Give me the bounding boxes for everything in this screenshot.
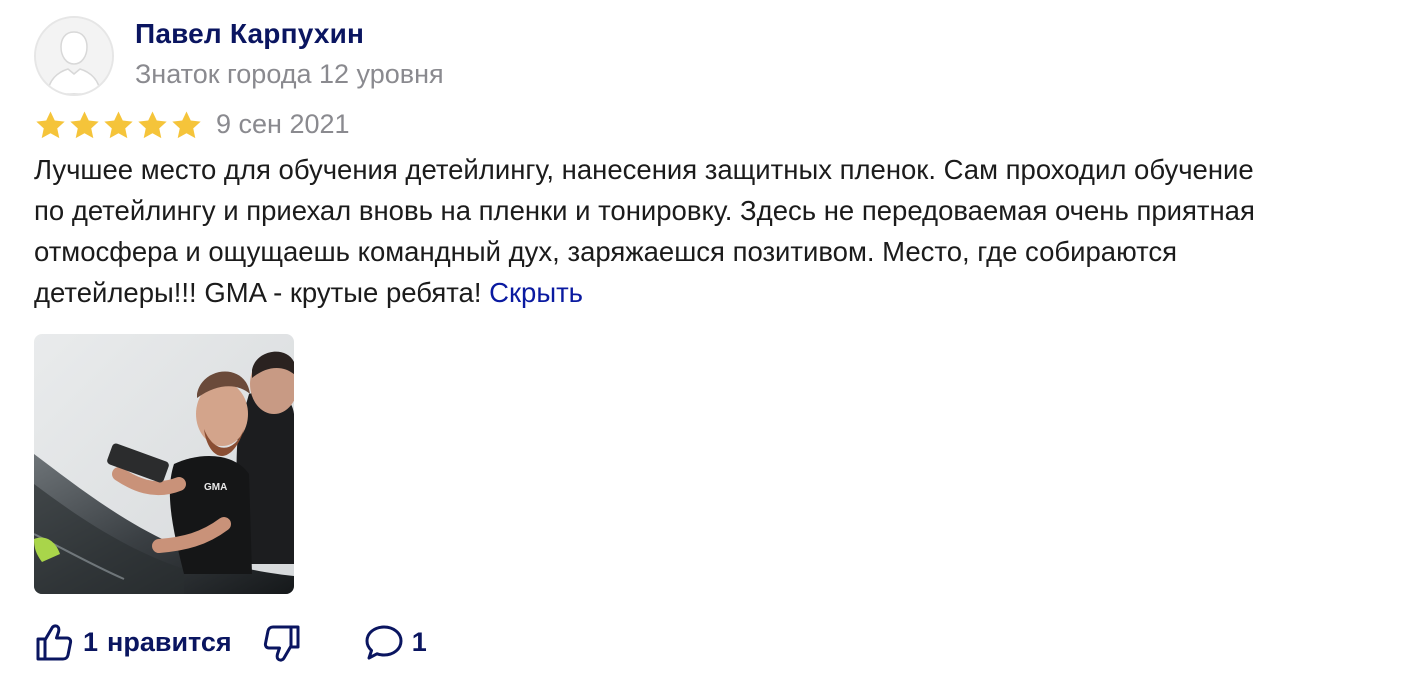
author-level: Знаток города 12 уровня	[135, 59, 444, 89]
author-name[interactable]: Павел Карпухин	[135, 18, 364, 50]
rating-stars	[34, 109, 203, 143]
review-text-line: детейлеры!!! GMA - крутые ребята!	[34, 277, 490, 308]
comment-count: 1	[411, 626, 427, 657]
review-card: Павел Карпухин Знаток города 12 уровня 9…	[0, 0, 1418, 692]
review-actions: 1 нравится 1	[34, 620, 427, 664]
comment-bubble-icon	[365, 625, 403, 660]
review-date: 9 сен 2021	[216, 109, 350, 139]
star-icon	[172, 111, 201, 139]
review-photo-image: GMA	[34, 334, 294, 594]
hide-link[interactable]: Скрыть	[489, 277, 583, 308]
star-icon	[104, 111, 133, 139]
review-text: Лучшее место для обучения детейлингу, на…	[34, 149, 1394, 313]
like-button[interactable]: 1 нравится	[34, 622, 232, 662]
dislike-button[interactable]	[262, 622, 302, 662]
review-text-line: Лучшее место для обучения детейлингу, на…	[34, 154, 1254, 185]
star-icon	[138, 111, 167, 139]
thumbs-down-icon	[263, 625, 300, 662]
star-icon	[36, 111, 65, 139]
like-count: 1	[83, 626, 99, 657]
photo-logo: GMA	[204, 482, 227, 493]
review-text-line: отмосфера и ощущаешь командный дух, заря…	[34, 236, 1178, 267]
review-photo[interactable]: GMA	[34, 334, 294, 594]
comment-button[interactable]: 1	[364, 622, 427, 662]
user-silhouette-icon	[36, 18, 112, 94]
thumbs-up-icon	[36, 624, 73, 661]
review-text-line-last: детейлеры!!! GMA - крутые ребята! Скрыть	[34, 272, 1394, 313]
author-avatar[interactable]	[34, 16, 114, 96]
star-icon	[70, 111, 99, 139]
like-label: нравится	[107, 626, 232, 657]
review-text-line: по детейлингу и приехал вновь на пленки …	[34, 195, 1255, 226]
